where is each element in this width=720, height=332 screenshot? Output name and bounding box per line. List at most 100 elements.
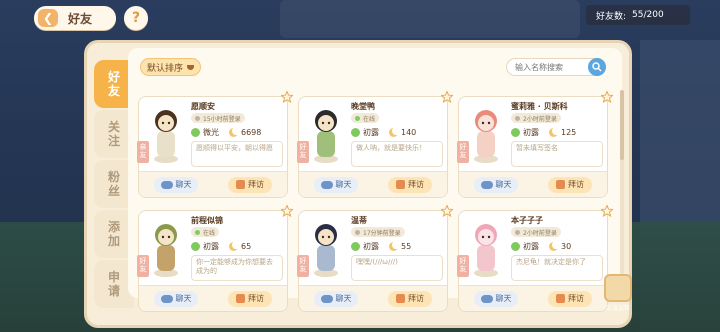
friend-stats: 初露 30 bbox=[511, 241, 571, 252]
friend-stats: 初露 55 bbox=[351, 241, 411, 252]
level-text: 初露 bbox=[363, 128, 379, 137]
friend-card[interactable]: 亲友 愿顺安 15小时前登录 微光 6698 愿顺得以平安，朝以得愿 聊天 拜访 bbox=[137, 91, 293, 198]
status-dot-icon bbox=[195, 229, 200, 235]
chat-bubble-icon bbox=[320, 180, 333, 189]
footprint-icon bbox=[236, 180, 245, 189]
help-button[interactable]: ? bbox=[124, 6, 148, 30]
card-info: 好友 蜜莉雅 · 贝斯科 2小时前登录 初露 125 暂未填写签名 bbox=[457, 91, 613, 171]
level-stat: 初露 bbox=[351, 127, 379, 138]
chat-label: 聊天 bbox=[175, 294, 192, 303]
avatar[interactable] bbox=[465, 101, 507, 165]
star-icon[interactable] bbox=[281, 91, 293, 103]
status-dot-icon bbox=[355, 115, 360, 121]
footprint-icon bbox=[396, 294, 405, 303]
visit-label: 拜访 bbox=[568, 180, 584, 189]
friend-card[interactable]: 好友 本子子子 2小时前登录 初露 30 杰尼龟！就决定是你了 聊天 拜访 bbox=[457, 205, 613, 312]
visit-button[interactable]: 拜访 bbox=[228, 290, 272, 307]
card-actions: 聊天 拜访 bbox=[299, 171, 447, 197]
status-dot-icon bbox=[515, 229, 520, 235]
visit-button[interactable]: 拜访 bbox=[228, 176, 272, 193]
star-icon[interactable] bbox=[601, 91, 613, 103]
relation-tag: 亲友 bbox=[137, 141, 149, 163]
friend-card[interactable]: 好友 晚堂鸭 在线 初露 140 做人呐，就是要快乐！ 聊天 拜访 bbox=[297, 91, 453, 198]
level-badge-icon bbox=[351, 128, 360, 137]
friend-cloud-cabinet-button[interactable]: 友谊云柜 bbox=[600, 274, 636, 314]
login-status: 2小时前登录 bbox=[511, 113, 561, 123]
card-actions: 聊天 拜访 bbox=[299, 285, 447, 311]
friend-name: 本子子子 bbox=[511, 216, 543, 225]
chat-button[interactable]: 聊天 bbox=[314, 176, 358, 193]
signature: 愿顺得以平安，朝以得愿 bbox=[191, 141, 283, 167]
moon-icon bbox=[389, 241, 400, 251]
star-icon[interactable] bbox=[281, 205, 293, 217]
sort-label: 默认排序 bbox=[147, 63, 184, 74]
score-stat: 65 bbox=[229, 241, 251, 251]
visit-button[interactable]: 拜访 bbox=[388, 290, 432, 307]
chat-label: 聊天 bbox=[175, 180, 192, 189]
score-text: 140 bbox=[401, 128, 417, 137]
visit-button[interactable]: 拜访 bbox=[548, 176, 592, 193]
chat-label: 聊天 bbox=[335, 294, 352, 303]
level-badge-icon bbox=[191, 242, 200, 251]
relation-tag: 好友 bbox=[457, 141, 469, 163]
moon-icon bbox=[549, 241, 560, 251]
search-box bbox=[506, 58, 606, 76]
star-icon[interactable] bbox=[601, 205, 613, 217]
friend-count: 好友数: 55/200 bbox=[586, 5, 690, 25]
friend-stats: 微光 6698 bbox=[191, 127, 261, 138]
avatar[interactable] bbox=[145, 215, 187, 279]
friend-name: 晚堂鸭 bbox=[351, 102, 375, 111]
card-info: 亲友 愿顺安 15小时前登录 微光 6698 愿顺得以平安，朝以得愿 bbox=[137, 91, 293, 171]
search-button[interactable] bbox=[588, 58, 606, 76]
search-input[interactable] bbox=[507, 62, 585, 72]
chat-button[interactable]: 聊天 bbox=[154, 176, 198, 193]
score-stat: 125 bbox=[549, 127, 576, 137]
back-arrow-icon: ❮ bbox=[42, 11, 54, 25]
chat-bubble-icon bbox=[480, 180, 493, 189]
card-info: 好友 晚堂鸭 在线 初露 140 做人呐，就是要快乐！ bbox=[297, 91, 453, 171]
friend-card[interactable]: 好友 蜜莉雅 · 贝斯科 2小时前登录 初露 125 暂未填写签名 聊天 拜访 bbox=[457, 91, 613, 198]
level-stat: 初露 bbox=[511, 127, 539, 138]
status-text: 15小时前登录 bbox=[203, 115, 241, 123]
status-text: 在线 bbox=[203, 229, 216, 237]
friend-name: 愿顺安 bbox=[191, 102, 215, 111]
level-stat: 初露 bbox=[511, 241, 539, 252]
level-text: 初露 bbox=[523, 242, 539, 251]
chat-button[interactable]: 聊天 bbox=[314, 290, 358, 307]
tab-label: 好友 bbox=[107, 70, 120, 98]
chat-button[interactable]: 聊天 bbox=[474, 290, 518, 307]
card-actions: 聊天 拜访 bbox=[139, 171, 287, 197]
sort-dropdown[interactable]: 默认排序 bbox=[140, 58, 202, 76]
list-scrollbar[interactable] bbox=[620, 90, 624, 290]
level-stat: 初露 bbox=[351, 241, 379, 252]
visit-button[interactable]: 拜访 bbox=[548, 290, 592, 307]
footprint-icon bbox=[236, 294, 245, 303]
friend-stats: 初露 140 bbox=[351, 127, 416, 138]
back-button[interactable]: ❮ bbox=[38, 9, 58, 27]
visit-button[interactable]: 拜访 bbox=[388, 176, 432, 193]
chat-button[interactable]: 聊天 bbox=[154, 290, 198, 307]
footprint-icon bbox=[556, 180, 565, 189]
chat-button[interactable]: 聊天 bbox=[474, 176, 518, 193]
card-info: 好友 本子子子 2小时前登录 初露 30 杰尼龟！就决定是你了 bbox=[457, 205, 613, 285]
relation-tag: 好友 bbox=[297, 141, 309, 163]
level-stat: 初露 bbox=[191, 241, 219, 252]
card-info: 好友 前程似锦 在线 初露 65 你一定能够成为你想要去成为的 bbox=[137, 205, 293, 285]
level-text: 初露 bbox=[363, 242, 379, 251]
avatar[interactable] bbox=[305, 215, 347, 279]
scroll-thumb[interactable] bbox=[620, 90, 624, 160]
avatar[interactable] bbox=[305, 101, 347, 165]
friend-card[interactable]: 好友 温蒂 17分钟前登录 初露 55 嘿嘿/(///ω///) 聊天 拜访 bbox=[297, 205, 453, 312]
visit-label: 拜访 bbox=[408, 180, 424, 189]
page-title: 好友 bbox=[68, 11, 93, 26]
tab-label: 关注 bbox=[107, 120, 120, 148]
avatar[interactable] bbox=[465, 215, 507, 279]
star-icon[interactable] bbox=[441, 205, 453, 217]
avatar[interactable] bbox=[145, 101, 187, 165]
star-icon[interactable] bbox=[441, 91, 453, 103]
friend-card[interactable]: 好友 前程似锦 在线 初露 65 你一定能够成为你想要去成为的 聊天 拜访 bbox=[137, 205, 293, 312]
title-pill: ❮ 好友 bbox=[34, 6, 116, 30]
relation-tag: 好友 bbox=[457, 255, 469, 277]
card-info: 好友 温蒂 17分钟前登录 初露 55 嘿嘿/(///ω///) bbox=[297, 205, 453, 285]
friend-name: 蜜莉雅 · 贝斯科 bbox=[511, 102, 568, 111]
